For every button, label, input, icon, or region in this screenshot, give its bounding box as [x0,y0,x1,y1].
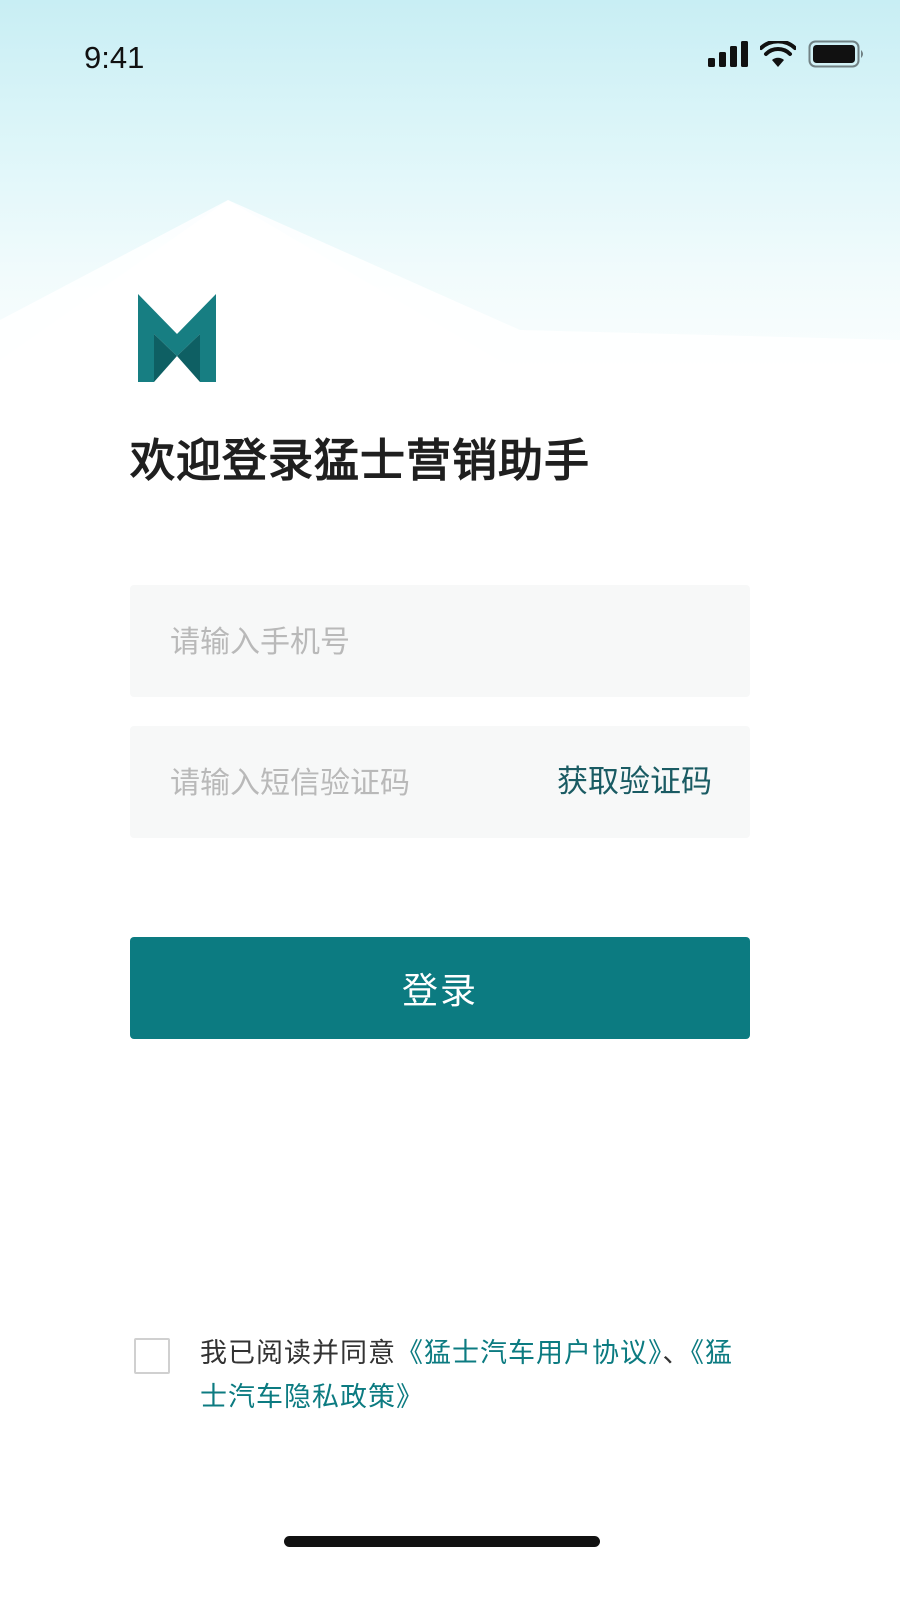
status-time: 9:41 [84,40,145,75]
agreement-separator: 、 [662,1338,691,1369]
status-icons [708,40,866,68]
login-button[interactable]: 登录 [130,937,750,1039]
wifi-icon [760,41,796,67]
phone-input[interactable] [168,585,552,699]
page-title: 欢迎登录猛士营销助手 [130,434,591,487]
agreement-prefix: 我已阅读并同意 [200,1338,396,1369]
battery-icon [808,40,863,68]
sms-code-field-container: 获取验证码 [130,726,750,840]
phone-field-container [130,585,750,699]
agreement-text: 我已阅读并同意《猛士汽车用户协议》、《猛士汽车隐私政策》 [200,1332,760,1420]
brand-logo-icon [138,294,216,382]
cellular-signal-icon [708,41,748,67]
status-bar: 9:41 [0,0,900,110]
home-indicator [284,1536,600,1547]
user-agreement-link[interactable]: 《猛士汽车用户协议》 [396,1338,663,1369]
sms-code-input[interactable] [168,726,552,840]
get-code-button[interactable]: 获取验证码 [557,726,712,838]
agreement-checkbox[interactable] [134,1338,170,1374]
